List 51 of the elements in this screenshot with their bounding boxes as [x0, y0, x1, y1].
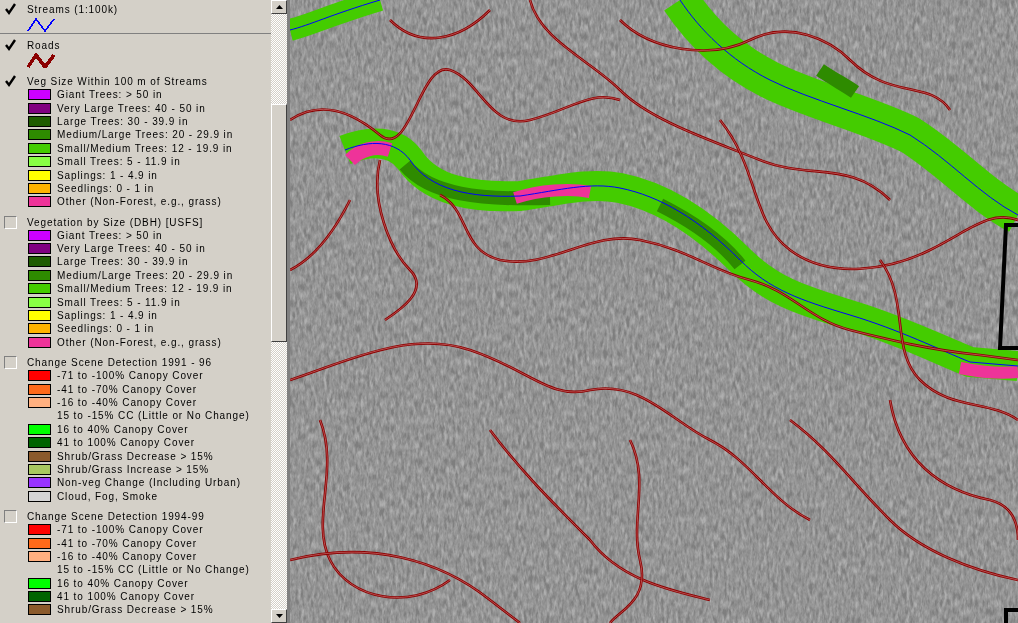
- scrollbar[interactable]: [271, 0, 287, 623]
- class-label: -41 to -70% Canopy Cover: [57, 383, 197, 395]
- layer-name[interactable]: Change Scene Detection 1994-99: [27, 510, 205, 522]
- class-label: -41 to -70% Canopy Cover: [57, 537, 197, 549]
- class-label: Shrub/Grass Decrease > 15%: [57, 450, 214, 462]
- class-label: Other (Non-Forest, e.g., grass): [57, 336, 222, 348]
- class-label: 41 to 100% Canopy Cover: [57, 591, 195, 603]
- class-label: -71 to -100% Canopy Cover: [57, 370, 204, 382]
- scroll-up-button[interactable]: [271, 0, 287, 14]
- arrow-up-icon: [275, 5, 283, 9]
- scroll-down-button[interactable]: [271, 609, 287, 623]
- class-label: Other (Non-Forest, e.g., grass): [57, 196, 222, 208]
- class-label: Non-veg Change (Including Urban): [57, 477, 241, 489]
- class-label: 41 to 100% Canopy Cover: [57, 437, 195, 449]
- class-label: Large Trees: 30 - 39.9 in: [57, 256, 189, 268]
- class-label: Medium/Large Trees: 20 - 29.9 in: [57, 269, 234, 281]
- class-label: Cloud, Fog, Smoke: [57, 490, 158, 502]
- layer-name[interactable]: Veg Size Within 100 m of Streams: [27, 76, 208, 87]
- class-label: 15 to -15% CC (Little or No Change): [57, 410, 250, 422]
- class-label: Shrub/Grass Decrease > 15%: [57, 604, 214, 616]
- layer-name[interactable]: Change Scene Detection 1991 - 96: [27, 357, 213, 369]
- layer-name[interactable]: Streams (1:100k): [27, 4, 119, 15]
- class-label: Saplings: 1 - 4.9 in: [57, 310, 158, 322]
- class-label: Saplings: 1 - 4.9 in: [57, 169, 158, 181]
- class-label: -16 to -40% Canopy Cover: [57, 397, 197, 408]
- class-label: Seedlings: 0 - 1 in: [57, 323, 155, 335]
- class-label: Small Trees: 5 - 11.9 in: [57, 156, 181, 168]
- class-label: Very Large Trees: 40 - 50 in: [57, 102, 206, 114]
- class-label: Large Trees: 30 - 39.9 in: [57, 115, 189, 127]
- class-label: Very Large Trees: 40 - 50 in: [57, 243, 206, 255]
- class-label: 16 to 40% Canopy Cover: [57, 423, 189, 435]
- class-label: Shrub/Grass Increase > 15%: [57, 463, 210, 475]
- class-label: 16 to 40% Canopy Cover: [57, 577, 189, 589]
- arrow-down-icon: [275, 614, 283, 618]
- class-label: Small/Medium Trees: 12 - 19.9 in: [57, 283, 233, 295]
- layer-checkbox[interactable]: [4, 215, 17, 229]
- layer-checkbox[interactable]: [4, 356, 17, 370]
- class-label: -16 to -40% Canopy Cover: [57, 550, 197, 562]
- scrollbar-thumb[interactable]: [271, 104, 287, 342]
- class-label: Seedlings: 0 - 1 in: [57, 182, 155, 194]
- class-label: Small Trees: 5 - 11.9 in: [57, 296, 181, 308]
- class-label: 15 to -15% CC (Little or No Change): [57, 564, 250, 576]
- class-label: -71 to -100% Canopy Cover: [57, 524, 204, 536]
- layer-name[interactable]: Vegetation by Size (DBH) [USFS]: [27, 216, 204, 228]
- layer-checkbox[interactable]: [4, 509, 17, 523]
- class-label: Giant Trees: > 50 in: [57, 229, 163, 241]
- class-label: Medium/Large Trees: 20 - 29.9 in: [57, 129, 234, 141]
- layer-name[interactable]: Roads: [27, 40, 61, 51]
- map-canvas[interactable]: [290, 0, 1018, 623]
- class-label: Giant Trees: > 50 in: [57, 89, 163, 101]
- class-label: Small/Medium Trees: 12 - 19.9 in: [57, 142, 233, 154]
